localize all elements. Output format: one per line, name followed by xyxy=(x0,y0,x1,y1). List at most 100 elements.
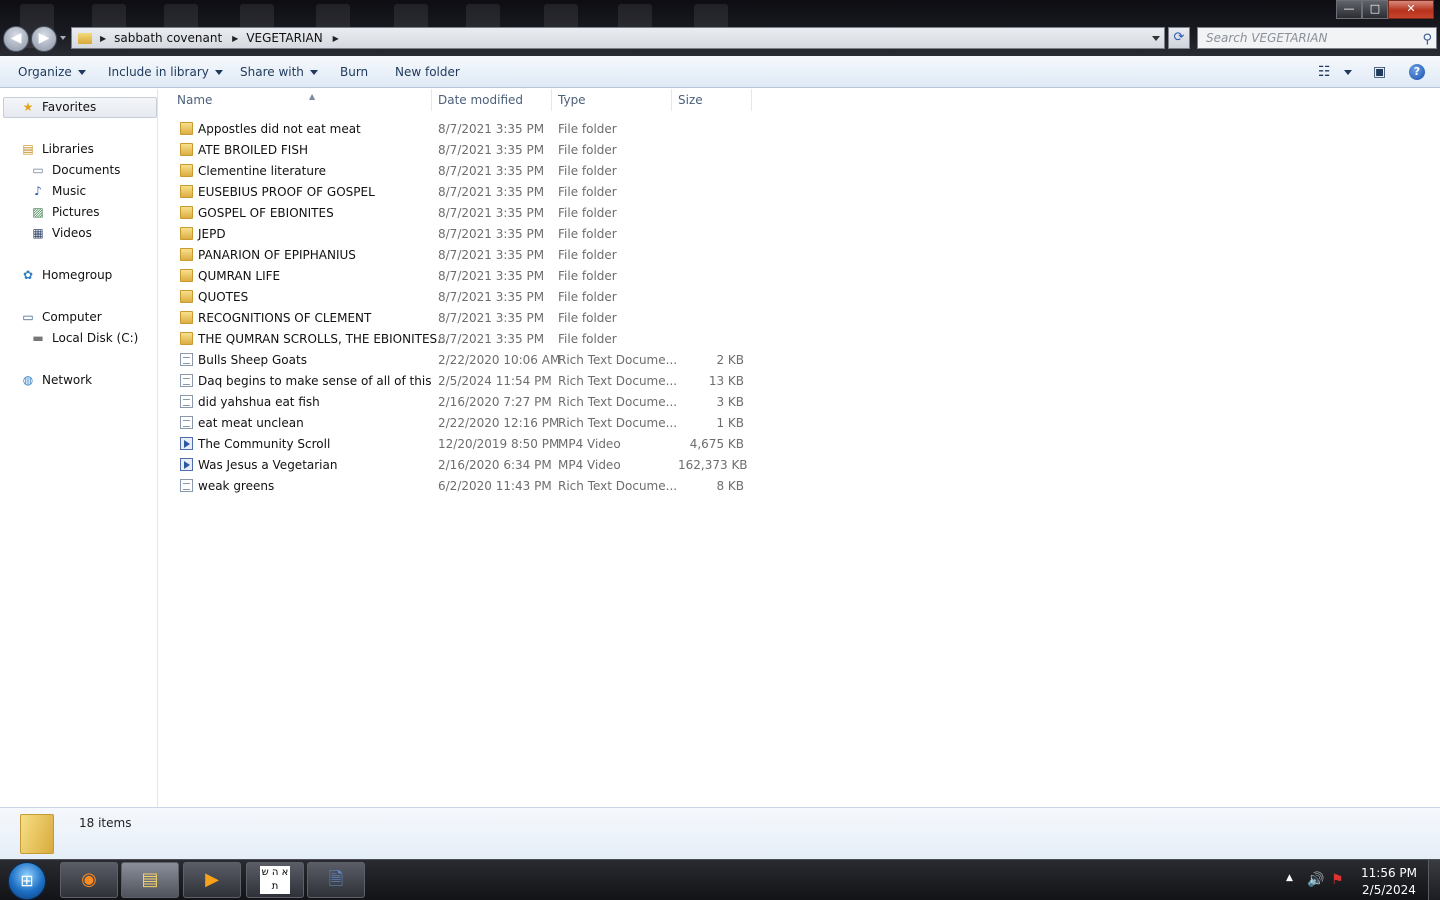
folder-icon xyxy=(78,32,92,44)
table-row[interactable]: ATE BROILED FISH 8/7/2021 3:35 PM File fol… xyxy=(176,140,756,161)
table-row[interactable]: RECOGNITIONS OF CLEMENT 8/7/2021 3:35 PM F… xyxy=(176,308,756,329)
wordpad-taskbar-button[interactable]: 🗎 xyxy=(307,862,365,898)
folder-icon xyxy=(180,227,193,240)
file-name: The Community Scroll xyxy=(198,437,331,451)
table-row[interactable]: eat meat unclean 2/22/2020 12:16 PM Rich T… xyxy=(176,413,756,434)
volume-icon[interactable]: 🔊 xyxy=(1307,872,1324,888)
firefox-taskbar-button[interactable]: ◉ xyxy=(60,862,118,898)
file-type: MP4 Video xyxy=(558,437,621,451)
minimize-button[interactable]: — xyxy=(1336,0,1362,19)
table-row[interactable]: PANARION OF EPIPHANIUS 8/7/2021 3:35 PM Fi… xyxy=(176,245,756,266)
file-date: 2/16/2020 7:27 PM xyxy=(438,395,552,409)
media-player-taskbar-button[interactable]: ▶ xyxy=(183,862,241,898)
nav-computer[interactable]: ▭ Computer xyxy=(20,310,102,324)
show-desktop-button[interactable] xyxy=(1428,860,1440,900)
music-icon: ♪ xyxy=(34,184,42,198)
file-name: ATE BROILED FISH xyxy=(198,143,308,157)
back-button[interactable]: ◀ xyxy=(3,26,29,52)
forward-button[interactable]: ▶ xyxy=(31,26,57,52)
table-row[interactable]: QUOTES 8/7/2021 3:35 PM File folder xyxy=(176,287,756,308)
table-row[interactable]: Clementine literature 8/7/2021 3:35 PM Fil… xyxy=(176,161,756,182)
nav-music[interactable]: ♪ Music xyxy=(30,184,86,198)
breadcrumb-chevron-icon[interactable]: ▶ xyxy=(232,34,238,43)
file-type: File folder xyxy=(558,290,617,304)
nav-pictures[interactable]: ▨ Pictures xyxy=(30,205,99,219)
file-type: File folder xyxy=(558,185,617,199)
nav-homegroup[interactable]: ✿ Homegroup xyxy=(20,268,112,282)
nav-network[interactable]: ◍ Network xyxy=(20,373,92,387)
nav-favorites[interactable]: ★ Favorites xyxy=(20,100,97,114)
view-dropdown[interactable] xyxy=(1338,65,1352,79)
breadcrumb-sabbath-covenant[interactable]: sabbath covenant xyxy=(114,31,222,45)
table-row[interactable]: THE QUMRAN SCROLLS, THE EBIONITES... 8/7/… xyxy=(176,329,756,350)
breadcrumb-vegetarian[interactable]: VEGETARIAN xyxy=(246,31,322,45)
organize-button[interactable]: Organize xyxy=(18,65,86,79)
address-dropdown-icon[interactable] xyxy=(1152,36,1160,41)
action-center-flag-icon[interactable]: ⚑ xyxy=(1331,872,1344,888)
folder-icon xyxy=(180,332,193,345)
file-type: MP4 Video xyxy=(558,458,621,472)
table-row[interactable]: QUMRAN LIFE 8/7/2021 3:35 PM File folder xyxy=(176,266,756,287)
breadcrumb-chevron-icon[interactable]: ▶ xyxy=(333,34,339,43)
nav-videos[interactable]: ▦ Videos xyxy=(30,226,92,240)
table-row[interactable]: GOSPEL OF EBIONITES 8/7/2021 3:35 PM File … xyxy=(176,203,756,224)
recent-pages-dropdown-icon[interactable] xyxy=(60,36,66,40)
file-date: 8/7/2021 3:35 PM xyxy=(438,290,545,304)
column-divider[interactable] xyxy=(751,89,752,111)
show-hidden-icons-icon[interactable]: ▲ xyxy=(1286,873,1293,883)
file-name: THE QUMRAN SCROLLS, THE EBIONITES... xyxy=(198,332,449,346)
explorer-taskbar-button[interactable]: ▤ xyxy=(121,862,179,898)
help-button[interactable]: ? xyxy=(1409,64,1425,80)
view-options-icon[interactable]: ☷ xyxy=(1318,64,1331,80)
file-type: File folder xyxy=(558,206,617,220)
column-header-type[interactable]: Type xyxy=(552,94,672,116)
maximize-button[interactable]: □ xyxy=(1362,0,1388,19)
table-row[interactable]: JEPD 8/7/2021 3:35 PM File folder xyxy=(176,224,756,245)
table-row[interactable]: Appostles did not eat meat 8/7/2021 3:35 … xyxy=(176,119,756,140)
search-input[interactable]: Search VEGETARIAN ⚲ xyxy=(1197,27,1437,49)
share-with-button[interactable]: Share with xyxy=(240,65,318,79)
start-button[interactable]: ⊞ xyxy=(8,862,46,900)
details-pane: 18 items xyxy=(0,807,1440,859)
folder-icon xyxy=(180,311,193,324)
new-folder-button[interactable]: New folder xyxy=(395,65,460,79)
column-header-size[interactable]: Size xyxy=(672,94,752,116)
hard-drive-icon: ▬ xyxy=(32,331,44,345)
table-row[interactable]: The Community Scroll 12/20/2019 8:50 PM MP… xyxy=(176,434,756,455)
chevron-down-icon xyxy=(214,70,223,75)
nav-documents[interactable]: ▭ Documents xyxy=(30,163,120,177)
system-clock[interactable]: 11:56 PM 2/5/2024 xyxy=(1352,865,1426,899)
file-name: PANARION OF EPIPHANIUS xyxy=(198,248,356,262)
address-bar[interactable]: ▶ sabbath covenant ▶ VEGETARIAN ▶ xyxy=(71,27,1165,49)
close-button[interactable]: ✕ xyxy=(1388,0,1434,19)
search-icon[interactable]: ⚲ xyxy=(1422,30,1432,50)
table-row[interactable]: EUSEBIUS PROOF OF GOSPEL 8/7/2021 3:35 PM… xyxy=(176,182,756,203)
include-in-library-button[interactable]: Include in library xyxy=(108,65,223,79)
burn-button[interactable]: Burn xyxy=(340,65,368,79)
nav-computer-label: Computer xyxy=(42,310,102,324)
file-name: QUOTES xyxy=(198,290,249,304)
chevron-down-icon xyxy=(77,70,86,75)
refresh-button[interactable]: ⟳ xyxy=(1168,27,1190,49)
table-row[interactable]: Daq begins to make sense of all of this 2… xyxy=(176,371,756,392)
hebrew-app-taskbar-button[interactable]: א ה ש ת xyxy=(246,862,304,898)
preview-pane-icon[interactable]: ▣ xyxy=(1373,64,1386,80)
chevron-down-icon xyxy=(1344,70,1352,75)
column-header-name[interactable]: Name ▲ xyxy=(171,92,431,116)
file-name: Appostles did not eat meat xyxy=(198,122,361,136)
document-icon xyxy=(180,479,193,492)
table-row[interactable]: Bulls Sheep Goats 2/22/2020 10:06 AM Rich … xyxy=(176,350,756,371)
nav-libraries[interactable]: ▤ Libraries xyxy=(20,142,94,156)
table-row[interactable]: weak greens 6/2/2020 11:43 PM Rich Text Do… xyxy=(176,476,756,497)
document-icon xyxy=(180,353,193,366)
file-name: Bulls Sheep Goats xyxy=(198,353,307,367)
nav-local-disk[interactable]: ▬ Local Disk (C:) xyxy=(30,331,138,345)
file-name: Was Jesus a Vegetarian xyxy=(198,458,338,472)
include-in-library-label: Include in library xyxy=(108,65,209,79)
column-header-date[interactable]: Date modified xyxy=(432,94,552,116)
breadcrumb-chevron-icon[interactable]: ▶ xyxy=(100,34,106,43)
table-row[interactable]: Was Jesus a Vegetarian 2/16/2020 6:34 PM M… xyxy=(176,455,756,476)
item-count: 18 items xyxy=(79,816,132,830)
table-row[interactable]: did yahshua eat fish 2/16/2020 7:27 PM Ric… xyxy=(176,392,756,413)
file-type: File folder xyxy=(558,332,617,346)
